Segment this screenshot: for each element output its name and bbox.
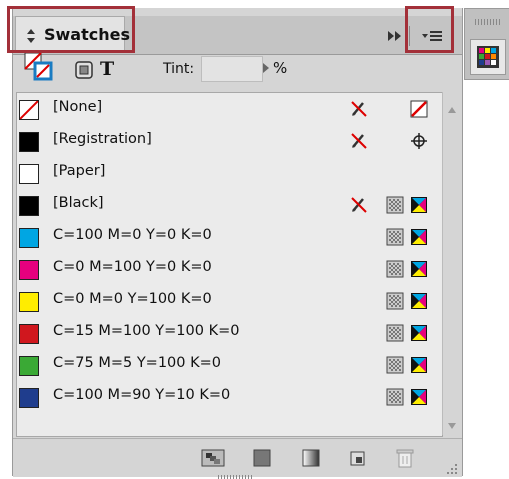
swatch-row[interactable]: C=75 M=5 Y=100 K=0 — [17, 349, 442, 381]
registration-icon — [410, 132, 428, 150]
swatches-panel: Swatches T Tint: % [None] [Registration][… — [12, 8, 463, 479]
text-format-icon[interactable]: T — [100, 58, 114, 80]
tint-input[interactable] — [201, 56, 263, 82]
show-color-swatches-icon[interactable] — [253, 449, 271, 467]
swatch-label: C=15 M=100 Y=100 K=0 — [53, 323, 240, 339]
cmyk-icon — [410, 388, 428, 406]
swatch-row[interactable]: C=100 M=90 Y=10 K=0 — [17, 381, 442, 413]
swatch-row[interactable]: [Paper] — [17, 157, 442, 189]
swatch-label: C=100 M=0 Y=0 K=0 — [53, 227, 212, 243]
swatch-label: C=0 M=100 Y=0 K=0 — [53, 259, 212, 275]
dock-grip[interactable] — [475, 19, 501, 25]
swatch-color-chip — [19, 292, 39, 312]
cmyk-icon — [410, 356, 428, 374]
highlight-panel-menu — [405, 6, 454, 53]
cmyk-icon — [410, 196, 428, 214]
resize-grip-icon[interactable] — [446, 463, 458, 475]
swatch-color-chip — [19, 324, 39, 344]
scroll-down-icon[interactable] — [447, 422, 457, 430]
cmyk-icon — [410, 260, 428, 278]
swatch-list-scrollbar[interactable] — [442, 92, 462, 435]
swatch-color-chip — [19, 100, 39, 120]
swatch-label: [Registration] — [53, 131, 152, 147]
swatch-color-chip — [19, 228, 39, 248]
none-swatch-icon — [410, 100, 428, 118]
swatch-list: [None] [Registration] [Paper] [Black] C=100 … — [16, 92, 443, 437]
cmyk-icon — [410, 292, 428, 310]
swatch-label: [Black] — [53, 195, 104, 211]
swatch-color-chip — [19, 196, 39, 216]
cmyk-icon — [410, 324, 428, 342]
container-format-icon[interactable] — [75, 61, 93, 79]
process-icon — [386, 388, 404, 406]
swatch-label: [None] — [53, 99, 103, 115]
swatch-row[interactable]: [None] — [17, 93, 442, 125]
swatch-color-chip — [19, 356, 39, 376]
process-icon — [386, 356, 404, 374]
show-all-swatches-icon[interactable] — [201, 449, 225, 467]
tint-label: Tint: — [163, 61, 195, 77]
delete-swatch-icon[interactable] — [396, 448, 414, 468]
swatch-row[interactable]: [Registration] — [17, 125, 442, 157]
swatch-row[interactable]: C=100 M=0 Y=0 K=0 — [17, 221, 442, 253]
swatch-label: [Paper] — [53, 163, 106, 179]
no-edit-icon — [350, 196, 368, 214]
collapse-panel-icon[interactable] — [387, 30, 403, 42]
no-edit-icon — [350, 100, 368, 118]
show-gradient-swatches-icon[interactable] — [302, 449, 320, 467]
swatch-label: C=75 M=5 Y=100 K=0 — [53, 355, 222, 371]
process-icon — [386, 260, 404, 278]
new-swatch-icon[interactable] — [350, 449, 368, 467]
panel-bottom-bar — [13, 438, 462, 479]
highlight-swatches-tab — [7, 6, 135, 53]
swatch-row[interactable]: C=0 M=100 Y=0 K=0 — [17, 253, 442, 285]
swatch-row[interactable]: [Black] — [17, 189, 442, 221]
tint-unit: % — [273, 59, 288, 77]
cmyk-icon — [410, 228, 428, 246]
no-edit-icon — [350, 132, 368, 150]
process-icon — [386, 196, 404, 214]
swatch-label: C=100 M=90 Y=10 K=0 — [53, 387, 231, 403]
process-icon — [386, 292, 404, 310]
scroll-up-icon[interactable] — [447, 106, 457, 114]
swatch-label: C=0 M=0 Y=100 K=0 — [53, 291, 212, 307]
process-icon — [386, 228, 404, 246]
swatch-row[interactable]: C=0 M=0 Y=100 K=0 — [17, 285, 442, 317]
swatch-color-chip — [19, 132, 39, 152]
collapsed-dock — [464, 8, 509, 80]
swatch-row[interactable]: C=15 M=100 Y=100 K=0 — [17, 317, 442, 349]
dock-swatches-button[interactable] — [470, 39, 506, 75]
process-icon — [386, 324, 404, 342]
swatch-color-chip — [19, 260, 39, 280]
fill-stroke-icon[interactable] — [23, 51, 59, 83]
swatch-color-chip — [19, 388, 39, 408]
tint-stepper-icon[interactable] — [262, 63, 270, 73]
swatches-grid-icon — [477, 46, 499, 68]
swatch-color-chip — [19, 164, 39, 184]
